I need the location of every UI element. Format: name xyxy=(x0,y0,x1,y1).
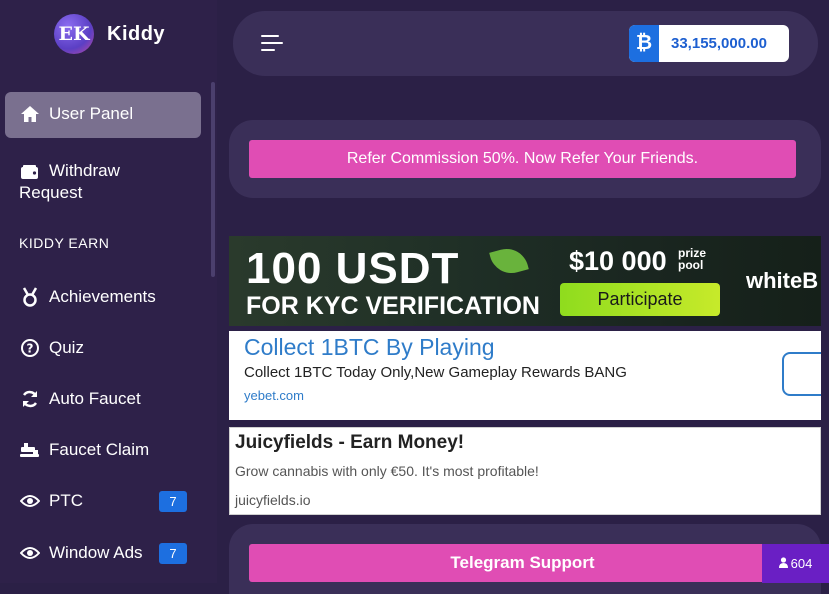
section-title-kiddy-earn: KIDDY EARN xyxy=(19,235,110,251)
sidebar-item-label: Faucet Claim xyxy=(49,440,150,459)
online-users-widget[interactable]: 604 xyxy=(762,544,829,583)
question-icon: ? xyxy=(19,337,41,359)
balance-value: 33,155,000.00 xyxy=(671,35,767,52)
telegram-card: Telegram Support xyxy=(229,524,821,594)
online-count: 604 xyxy=(790,556,813,571)
sidebar-item-label-line2: Request xyxy=(19,183,83,202)
ad-description: Grow cannabis with only €50. It's most p… xyxy=(235,463,539,479)
sidebar-item-ptc[interactable]: PTC xyxy=(19,490,83,512)
sidebar-item-window-ads[interactable]: Window Ads xyxy=(19,542,143,564)
leaf-icon xyxy=(489,244,529,278)
sidebar-item-faucet-claim[interactable]: Faucet Claim xyxy=(19,439,149,461)
sidebar-item-auto-faucet[interactable]: Auto Faucet xyxy=(19,388,141,410)
faucet-icon xyxy=(19,439,41,461)
balance-display: ₿ 33,155,000.00 xyxy=(629,25,789,62)
sidebar-item-label: PTC xyxy=(49,491,83,510)
brand-name: Kiddy xyxy=(107,23,166,45)
eye-icon xyxy=(19,490,41,512)
top-bar: ₿ 33,155,000.00 xyxy=(233,11,818,76)
ad-title[interactable]: Collect 1BTC By Playing xyxy=(244,334,495,361)
refresh-icon xyxy=(19,388,41,410)
banner-subheadline: FOR KYC VERIFICATION xyxy=(246,292,540,320)
sidebar-item-label: Quiz xyxy=(49,338,84,357)
brand-logo[interactable]: EK xyxy=(54,14,94,54)
banner-prize-label: prize pool xyxy=(678,246,707,272)
ad-banner-kyc[interactable]: 100 USDT FOR KYC VERIFICATION $10 000 pr… xyxy=(229,236,821,326)
sidebar-item-achievements[interactable]: Achievements xyxy=(19,286,156,308)
svg-text:?: ? xyxy=(27,342,34,356)
window-ads-count-badge: 7 xyxy=(159,543,187,564)
ad-url[interactable]: juicyfields.io xyxy=(235,492,310,508)
ad-title[interactable]: Juicyfields - Earn Money! xyxy=(235,432,464,454)
sidebar: EK Kiddy User Panel Withdraw Request KID… xyxy=(0,0,217,583)
home-icon xyxy=(19,103,41,125)
banner-headline: 100 USDT xyxy=(246,244,460,293)
sidebar-item-label: Withdraw xyxy=(49,161,120,180)
sidebar-item-withdraw-request[interactable]: Withdraw xyxy=(19,161,120,183)
text-ad-juicyfields[interactable]: Juicyfields - Earn Money! Grow cannabis … xyxy=(229,427,821,515)
text-ad-yebet[interactable]: Collect 1BTC By Playing Collect 1BTC Tod… xyxy=(229,331,821,420)
telegram-support-button[interactable]: Telegram Support xyxy=(249,544,796,582)
sidebar-item-label: Auto Faucet xyxy=(49,389,141,408)
ad-open-button[interactable] xyxy=(782,352,821,396)
refer-commission-button[interactable]: Refer Commission 50%. Now Refer Your Fri… xyxy=(249,140,796,178)
ad-description: Collect 1BTC Today Only,New Gameplay Rew… xyxy=(244,364,627,381)
medal-icon xyxy=(19,286,41,308)
banner-prize-amount: $10 000 xyxy=(569,246,667,276)
sidebar-scrollbar[interactable] xyxy=(211,82,215,277)
wallet-icon xyxy=(19,161,41,183)
ad-url[interactable]: yebet.com xyxy=(244,388,304,403)
participate-button[interactable]: Participate xyxy=(560,283,720,316)
user-icon xyxy=(778,556,788,571)
menu-toggle-icon[interactable] xyxy=(261,35,283,53)
ptc-count-badge: 7 xyxy=(159,491,187,512)
sidebar-item-label: Achievements xyxy=(49,287,156,306)
bitcoin-icon: ₿ xyxy=(629,25,659,62)
banner-brand: whiteB xyxy=(746,268,819,293)
sidebar-item-quiz[interactable]: ? Quiz xyxy=(19,337,84,359)
sidebar-item-label: Window Ads xyxy=(49,543,143,562)
sidebar-item-user-panel[interactable]: User Panel xyxy=(19,103,133,125)
refer-card: Refer Commission 50%. Now Refer Your Fri… xyxy=(229,120,821,198)
eye-icon xyxy=(19,542,41,564)
sidebar-item-label: User Panel xyxy=(49,104,134,123)
